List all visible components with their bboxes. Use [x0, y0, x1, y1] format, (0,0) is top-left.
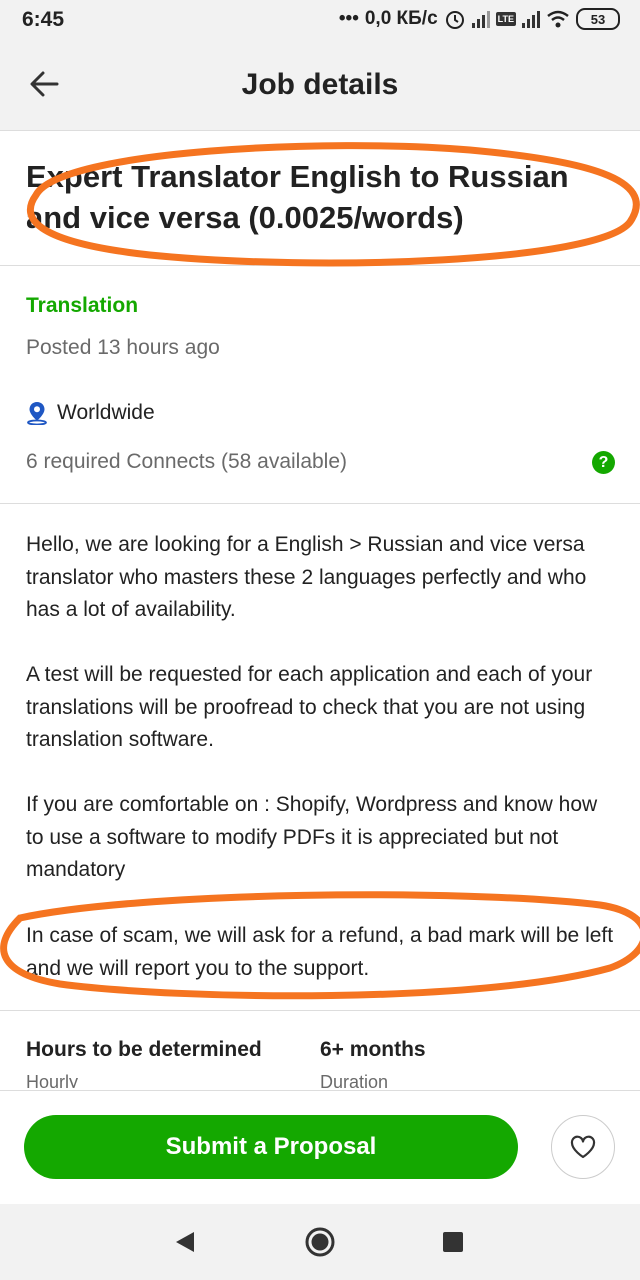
hours-sub: Hourly: [26, 1072, 79, 1088]
job-category[interactable]: Translation: [26, 294, 138, 318]
page-title: Job details: [241, 68, 399, 101]
job-title: Expert Translator English to Russian and…: [26, 159, 569, 235]
signal-icon-2: [522, 10, 540, 28]
help-icon[interactable]: ?: [592, 451, 615, 474]
job-location: Worldwide: [57, 401, 155, 424]
back-triangle-icon[interactable]: [174, 1230, 196, 1254]
dots-icon: •••: [338, 8, 359, 29]
wifi-icon: [547, 10, 569, 28]
signal-icon: [471, 10, 490, 28]
submit-proposal-button[interactable]: Submit a Proposal: [24, 1115, 518, 1179]
battery-icon: 53: [576, 8, 620, 30]
posted-time: Posted 13 hours ago: [26, 336, 220, 359]
home-circle-icon[interactable]: [304, 1226, 336, 1258]
hours-label: Hours to be determined: [26, 1038, 262, 1061]
description-paragraph-4: In case of scam, we will ask for a refun…: [26, 924, 614, 980]
duration-label: 6+ months: [320, 1038, 426, 1061]
description-paragraph-2: A test will be requested for each applic…: [26, 663, 593, 751]
description-paragraph-3: If you are comfortable on : Shopify, Wor…: [26, 793, 598, 881]
divider: [0, 265, 640, 266]
recents-square-icon[interactable]: [442, 1231, 464, 1253]
map-pin-icon: [27, 402, 47, 425]
status-icons: ••• 0,0 КБ/с LTE 53: [339, 8, 620, 30]
description-paragraph-1: Hello, we are looking for a English > Ru…: [26, 533, 587, 621]
heart-icon: [570, 1135, 596, 1159]
status-time: 6:45: [22, 8, 65, 31]
network-speed: 0,0 КБ/с: [364, 8, 438, 29]
lte-icon: LTE: [495, 12, 516, 26]
save-job-button[interactable]: [551, 1115, 615, 1179]
duration-sub: Duration: [320, 1072, 389, 1088]
divider: [0, 1010, 640, 1011]
connects-info: 6 required Connects (58 available): [26, 450, 348, 473]
alarm-icon: [445, 11, 464, 29]
divider: [0, 503, 640, 504]
